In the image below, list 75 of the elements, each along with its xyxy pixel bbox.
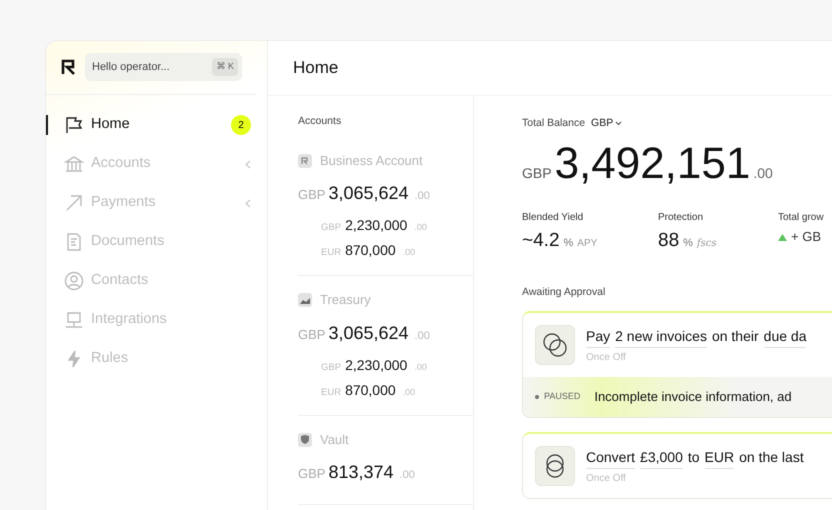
currency-select[interactable]: GBP (591, 116, 622, 132)
flag-icon (64, 115, 84, 135)
cents: .00 (414, 328, 430, 344)
section-title: Accounts (298, 114, 342, 129)
section-title: Awaiting Approval (522, 285, 606, 300)
caret-icon (615, 121, 622, 126)
account-name[interactable]: Treasury (320, 290, 371, 310)
account-name[interactable]: Vault (320, 430, 349, 450)
unit: % (683, 236, 693, 251)
account-amount: 813,374 (328, 461, 394, 484)
cents: .00 (414, 221, 427, 234)
person-icon (64, 271, 84, 291)
stat-suffix: APY (577, 236, 598, 251)
currency-code: GBP (321, 221, 342, 236)
stat-value: ~4.2 (522, 228, 560, 253)
currency-code: GBP (298, 326, 326, 344)
status-message: Incomplete invoice information, ad (594, 388, 792, 406)
chart-icon (298, 293, 312, 307)
balance-label: Total Balance (522, 116, 586, 131)
currency-code: GBP (321, 360, 342, 375)
cents: .00 (402, 386, 416, 399)
stat-label: Protection (658, 210, 704, 225)
stat-label: Total grow (778, 210, 824, 225)
circles-icon (535, 446, 575, 486)
account-amount: 3,065,624 (328, 322, 409, 345)
unit: % (564, 236, 574, 251)
nav-item[interactable]: Home 2 (46, 115, 267, 135)
frequency: Once Off (586, 472, 627, 486)
cents: .00 (414, 360, 427, 374)
logo-icon (61, 59, 76, 75)
arrow-icon (64, 193, 84, 213)
page-title: Home (293, 57, 338, 80)
nav-item[interactable]: Accounts (46, 154, 267, 174)
nav-item[interactable]: Integrations (46, 310, 267, 330)
stat-suffix: fscs (696, 236, 716, 251)
account-logo-icon (298, 154, 312, 168)
cents: .00 (402, 246, 416, 260)
account-amount: 3,065,624 (328, 182, 409, 206)
cents: .00 (400, 468, 415, 484)
up-triangle-icon (778, 234, 787, 241)
chevron-icon (245, 160, 251, 168)
approval-card[interactable]: Convert £3,000 to EUR on the last Once Off (522, 432, 832, 499)
approval-title: Pay 2 new invoices on their due da (586, 326, 806, 348)
approval-title: Convert £3,000 to EUR on the last (586, 446, 804, 468)
count-badge: 2 (231, 115, 251, 135)
monitor-icon (64, 310, 84, 330)
approval-card[interactable]: Pay 2 new invoices on their due da Once Off PAUSED Incomplete invoice information, ad (522, 311, 832, 418)
account-name[interactable]: Business Account (320, 150, 423, 170)
search-field[interactable]: Hello operator... ⌘ K (85, 53, 242, 81)
currency-code: GBP (522, 164, 552, 183)
currency-code: GBP (298, 465, 326, 484)
cents: .00 (414, 189, 430, 204)
stat-label: Blended Yield (522, 210, 584, 225)
shield-icon (298, 432, 312, 446)
shortcut-key: ⌘ K (212, 58, 238, 76)
stat-value: + GB (791, 228, 821, 246)
frequency: Once Off (586, 350, 627, 364)
nav-item[interactable]: Contacts (46, 271, 267, 291)
currency-code: EUR (321, 386, 342, 400)
stat-value: 88 (658, 228, 680, 253)
total-balance: 3,492,151 (554, 138, 750, 190)
sub-amount: 2,230,000 (345, 356, 408, 375)
status-label: PAUSED (535, 390, 580, 404)
circles-icon (535, 325, 575, 365)
nav-item[interactable]: Payments (46, 193, 267, 213)
sub-amount: 870,000 (345, 241, 396, 260)
sub-amount: 2,230,000 (345, 216, 408, 236)
currency-code: EUR (321, 246, 342, 260)
currency-code: GBP (298, 186, 326, 204)
chevron-icon (245, 198, 251, 208)
nav-item[interactable]: Rules (46, 349, 267, 369)
cents: .00 (753, 164, 773, 183)
sub-amount: 870,000 (345, 380, 396, 400)
nav-item[interactable]: Documents (46, 232, 267, 252)
bank-icon (64, 154, 84, 174)
